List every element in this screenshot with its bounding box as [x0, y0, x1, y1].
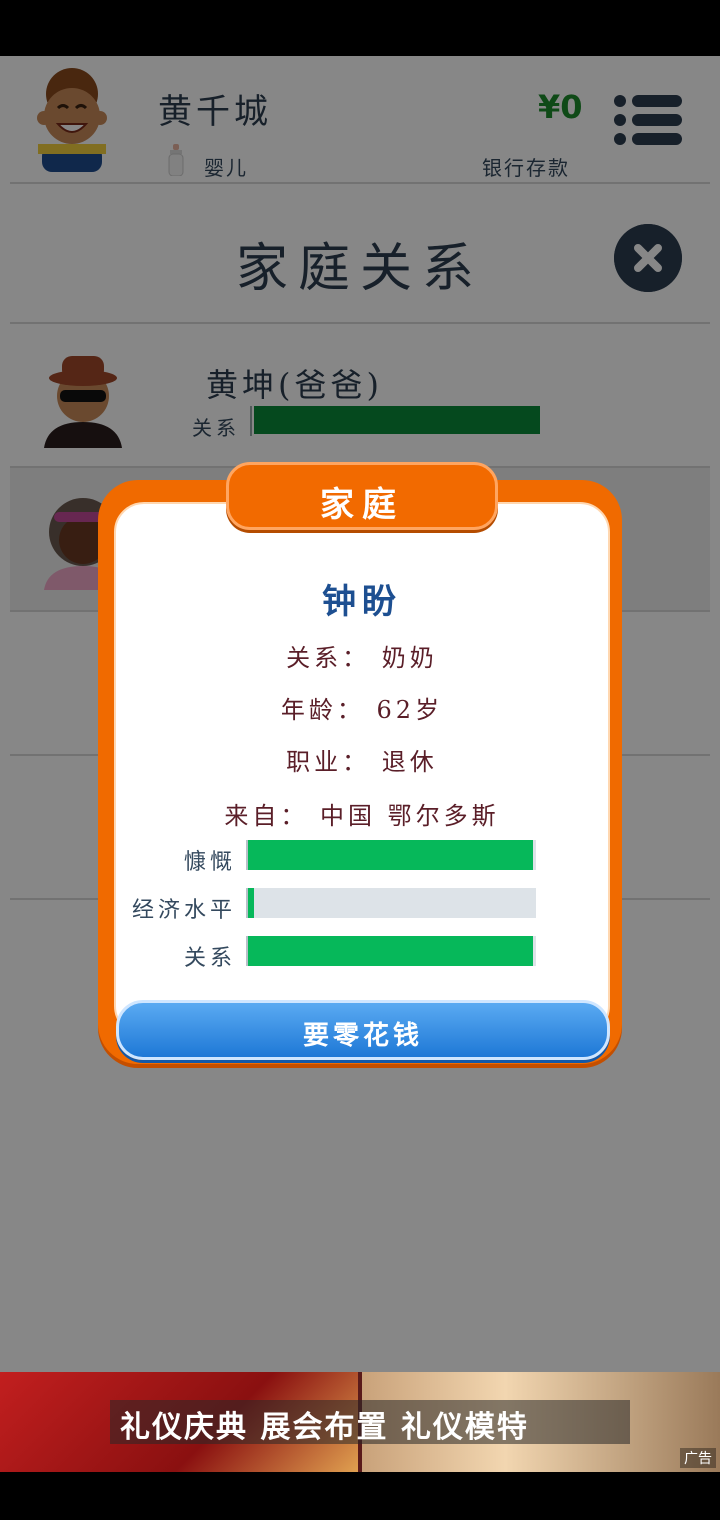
ad-text: 礼仪庆典 展会布置 礼仪模特 — [120, 1410, 529, 1445]
relation-bar-fill — [248, 936, 533, 966]
button-label: 要零花钱 — [302, 1021, 423, 1051]
system-nav-bar — [0, 1472, 720, 1520]
app-screen: 黄千城 婴儿 ¥0 银行存款 家庭关系 黄坤(爸爸) 关系 钟盼 关系： 奶奶 … — [0, 56, 720, 1372]
member-job: 职业： 退休 — [286, 748, 438, 776]
generosity-label: 慷慨 — [183, 850, 236, 875]
member-origin: 来自： 中国 鄂尔多斯 — [224, 802, 500, 830]
dialog-title-tab: 家庭 — [226, 462, 498, 530]
wealth-label: 经济水平 — [131, 898, 236, 923]
dialog-body: 钟盼 关系： 奶奶 年龄： 62岁 职业： 退休 来自： 中国 鄂尔多斯 慷慨 … — [114, 502, 610, 1036]
status-bar — [0, 0, 720, 56]
dialog-title: 家庭 — [320, 485, 404, 525]
member-age: 年龄： 62岁 — [280, 696, 444, 724]
family-detail-dialog: 钟盼 关系： 奶奶 年龄： 62岁 职业： 退休 来自： 中国 鄂尔多斯 慷慨 … — [98, 462, 622, 1064]
relation-bar — [246, 936, 536, 966]
member-name: 钟盼 — [322, 582, 402, 622]
wealth-bar-fill — [248, 888, 254, 918]
generosity-bar — [246, 840, 536, 870]
wealth-bar — [246, 888, 536, 918]
ask-pocket-money-button[interactable]: 要零花钱 — [116, 1000, 610, 1060]
ad-tag: 广告 — [680, 1448, 716, 1468]
relation-label: 关系 — [183, 946, 236, 971]
generosity-bar-fill — [248, 840, 533, 870]
ad-banner[interactable]: 礼仪庆典 展会布置 礼仪模特 广告 — [0, 1372, 720, 1472]
member-relation: 关系： 奶奶 — [286, 644, 438, 672]
